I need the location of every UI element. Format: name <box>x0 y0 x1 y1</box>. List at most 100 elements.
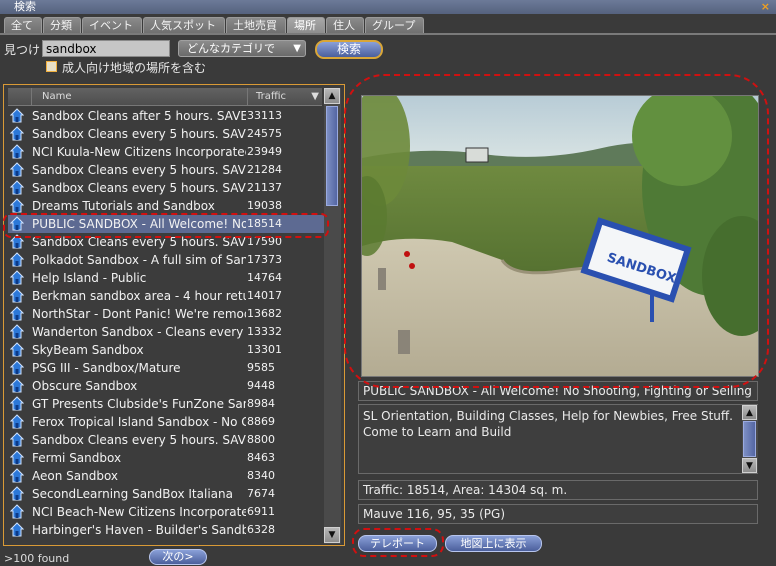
scroll-up-icon[interactable]: ▲ <box>324 88 340 104</box>
list-item-name: SecondLearning SandBox Italiana <box>32 487 233 501</box>
list-item-name: Berkman sandbox area - 4 hour retu... <box>32 289 246 303</box>
list-item[interactable]: Sandbox Cleans after 5 hours. SAVE ... 33… <box>8 107 324 125</box>
list-item-name: NCI Kuula-New Citizens Incorporated... <box>32 145 246 159</box>
list-item[interactable]: NorthStar - Dont Panic! We're remod... 13… <box>8 305 324 323</box>
sort-descending-icon: ▼ <box>311 91 319 102</box>
column-header-traffic-label: Traffic <box>256 91 287 102</box>
list-item[interactable]: Berkman sandbox area - 4 hour retu... 140… <box>8 287 324 305</box>
list-item-traffic: 9448 <box>247 379 275 392</box>
show-on-map-button[interactable]: 地図上に表示 <box>445 535 542 552</box>
list-item-traffic: 13682 <box>247 307 282 320</box>
list-item-traffic: 17373 <box>247 253 282 266</box>
column-header-traffic[interactable]: Traffic ▼ <box>248 88 322 106</box>
tab-classifieds[interactable]: 分類 <box>43 17 81 34</box>
list-item[interactable]: SecondLearning SandBox Italiana 7674 <box>8 485 324 503</box>
list-item[interactable]: Sandbox Cleans every 5 hours. SAVE ... 88… <box>8 431 324 449</box>
list-item[interactable]: SkyBeam Sandbox 13301 <box>8 341 324 359</box>
list-item-name: Harbinger's Haven - Builder's Sandbox <box>32 523 246 537</box>
house-icon <box>9 468 25 484</box>
house-icon <box>9 342 25 358</box>
snapshot-scene: SANDBOX <box>362 96 758 376</box>
list-item[interactable]: Sandbox Cleans every 5 hours. SAVE ... 21… <box>8 161 324 179</box>
list-item[interactable]: Ferox Tropical Island Sandbox - No G... 8… <box>8 413 324 431</box>
list-item-traffic: 24575 <box>247 127 282 140</box>
tab-popular[interactable]: 人気スポット <box>143 17 225 34</box>
house-icon <box>9 414 25 430</box>
list-item-traffic: 9585 <box>247 361 275 374</box>
list-item-traffic: 14017 <box>247 289 282 302</box>
house-icon <box>9 108 25 124</box>
house-icon <box>9 216 25 232</box>
place-description: SL Orientation, Building Classes, Help f… <box>358 404 758 474</box>
close-icon[interactable]: × <box>761 0 770 14</box>
list-item[interactable]: PSG III - Sandbox/Mature 9585 <box>8 359 324 377</box>
list-item[interactable]: Sandbox Cleans every 5 hours. SAVE ... 21… <box>8 179 324 197</box>
house-icon <box>9 162 25 178</box>
list-item-traffic: 14764 <box>247 271 282 284</box>
tab-land-sales[interactable]: 土地売買 <box>226 17 286 34</box>
list-item-name: GT Presents Clubside's FunZone San... <box>32 397 246 411</box>
description-line-1: SL Orientation, Building Classes, Help f… <box>363 409 733 423</box>
results-scrollbar[interactable]: ▲ ▼ <box>324 88 341 544</box>
results-count: >100 found <box>4 552 70 565</box>
tab-events[interactable]: イベント <box>82 17 142 34</box>
find-label: 見つけ <box>4 43 41 57</box>
list-item[interactable]: PUBLIC SANDBOX - All Welcome! No ... 1851… <box>8 215 324 233</box>
house-icon <box>9 144 25 160</box>
list-item-name: Wanderton Sandbox - Cleans every ... <box>32 325 246 339</box>
category-value: どんなカテゴリで <box>187 42 275 55</box>
list-item[interactable]: Wanderton Sandbox - Cleans every ... 1333… <box>8 323 324 341</box>
list-item-traffic: 13301 <box>247 343 282 356</box>
scroll-thumb[interactable] <box>743 421 756 457</box>
house-icon <box>9 126 25 142</box>
scroll-down-icon[interactable]: ▼ <box>324 527 340 543</box>
list-item-name: Sandbox Cleans every 5 hours. SAVE ... <box>32 181 246 195</box>
list-item[interactable]: Polkadot Sandbox - A full sim of San... 1… <box>8 251 324 269</box>
search-input[interactable] <box>42 40 170 57</box>
list-item-traffic: 23949 <box>247 145 282 158</box>
house-icon <box>9 396 25 412</box>
next-page-button[interactable]: 次の> <box>149 549 207 565</box>
list-item-name: NorthStar - Dont Panic! We're remod... <box>32 307 246 321</box>
list-item[interactable]: NCI Beach-New Citizens Incorporate... 691… <box>8 503 324 521</box>
list-item-name: Polkadot Sandbox - A full sim of San... <box>32 253 246 267</box>
house-icon <box>9 504 25 520</box>
list-item[interactable]: Sandbox Cleans every 5 hours. SAVE ... 17… <box>8 233 324 251</box>
list-item-traffic: 8800 <box>247 433 275 446</box>
tab-places[interactable]: 場所 <box>287 17 325 34</box>
category-dropdown[interactable]: どんなカテゴリで ▼ <box>178 40 306 57</box>
tab-all[interactable]: 全て <box>4 17 42 34</box>
list-item-traffic: 18514 <box>247 217 282 230</box>
list-item[interactable]: Dreams Tutorials and Sandbox 19038 <box>8 197 324 215</box>
search-button[interactable]: 検索 <box>315 40 383 59</box>
house-icon <box>9 450 25 466</box>
list-item-traffic: 6911 <box>247 505 275 518</box>
column-header-icon[interactable] <box>8 88 32 106</box>
column-header-name[interactable]: Name <box>34 88 248 106</box>
house-icon <box>9 432 25 448</box>
list-item[interactable]: Harbinger's Haven - Builder's Sandbox 632… <box>8 521 324 539</box>
list-item[interactable]: GT Presents Clubside's FunZone San... 898… <box>8 395 324 413</box>
tab-groups[interactable]: グループ <box>365 17 425 34</box>
house-icon <box>9 324 25 340</box>
list-item-name: Sandbox Cleans every 5 hours. SAVE ... <box>32 127 246 141</box>
adult-content-checkbox[interactable] <box>46 61 57 72</box>
scroll-thumb[interactable] <box>326 106 338 206</box>
window-title: 検索 <box>14 0 36 13</box>
window-titlebar[interactable]: 検索 × <box>0 0 776 14</box>
list-item[interactable]: Help Island - Public 14764 <box>8 269 324 287</box>
scroll-up-icon[interactable]: ▲ <box>742 405 757 420</box>
list-item-name: Sandbox Cleans after 5 hours. SAVE ... <box>32 109 246 123</box>
list-item[interactable]: Sandbox Cleans every 5 hours. SAVE ... 24… <box>8 125 324 143</box>
tab-people[interactable]: 住人 <box>326 17 364 34</box>
list-item-name: Dreams Tutorials and Sandbox <box>32 199 215 213</box>
teleport-button[interactable]: テレポート <box>358 535 437 552</box>
description-scrollbar[interactable]: ▲ ▼ <box>742 405 758 473</box>
list-item[interactable]: Obscure Sandbox 9448 <box>8 377 324 395</box>
list-item[interactable]: Aeon Sandbox 8340 <box>8 467 324 485</box>
list-item[interactable]: Fermi Sandbox 8463 <box>8 449 324 467</box>
list-item[interactable]: NCI Kuula-New Citizens Incorporated... 23… <box>8 143 324 161</box>
scroll-down-icon[interactable]: ▼ <box>742 458 757 473</box>
house-icon <box>9 486 25 502</box>
list-item-name: Fermi Sandbox <box>32 451 122 465</box>
